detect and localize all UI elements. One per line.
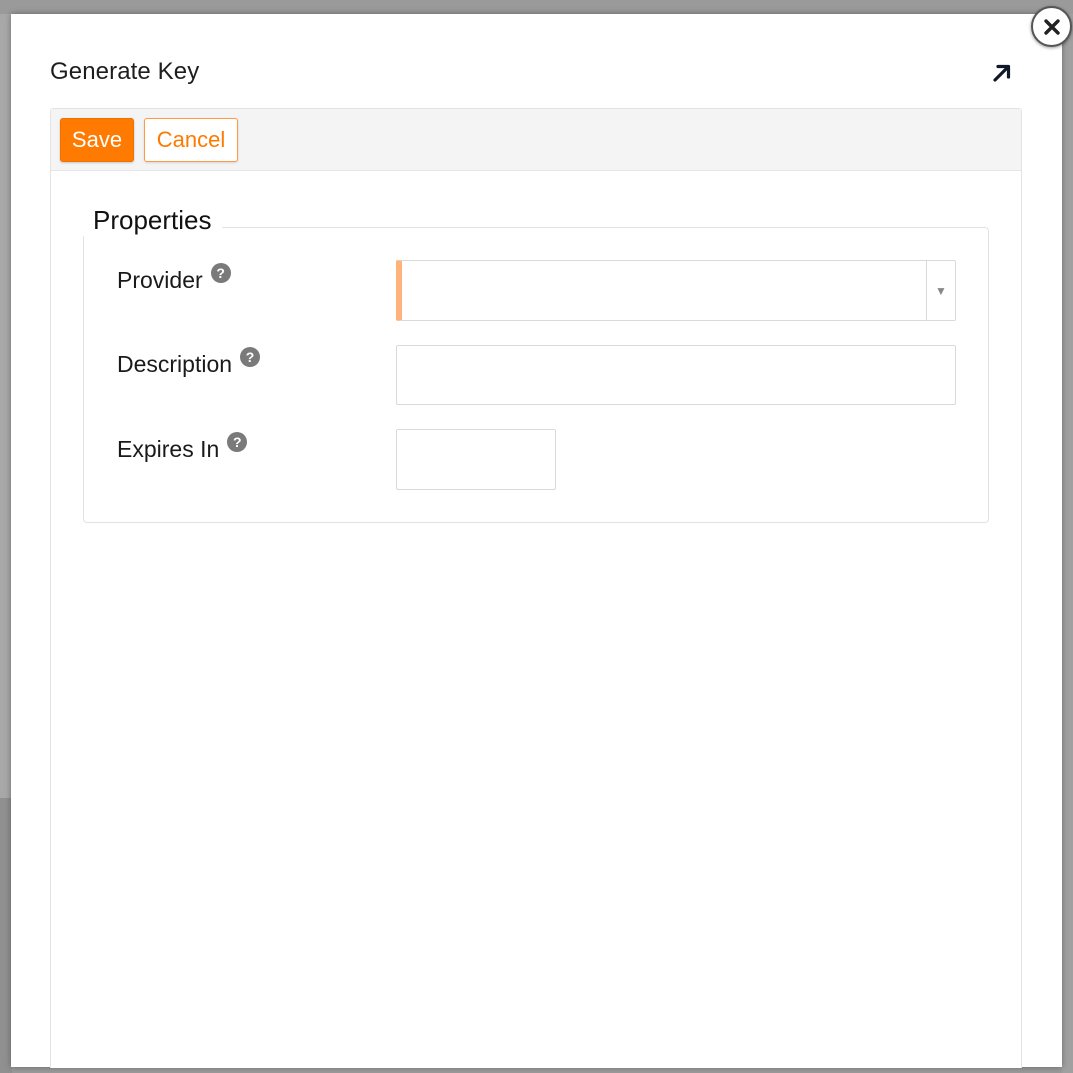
provider-select[interactable]: ▼ [396,260,956,321]
caret-down-icon[interactable]: ▼ [926,261,955,320]
cancel-button[interactable]: Cancel [144,118,238,162]
dialog-toolbar: Save Cancel [51,109,1021,171]
expires-in-input[interactable] [396,429,556,490]
question-mark-icon[interactable]: ? [210,262,231,283]
save-button[interactable]: Save [60,118,134,162]
dialog-title: Generate Key [50,58,200,85]
question-mark-icon[interactable]: ? [240,346,261,367]
maximize-arrow-icon[interactable] [989,60,1015,86]
dialog-content-panel: Save Cancel Properties Provider ? ▼ Desc… [50,108,1022,1068]
question-mark-icon[interactable]: ? [227,431,248,452]
properties-legend: Properties [83,205,222,236]
description-label-row: Description ? [117,346,261,378]
generate-key-dialog: Generate Key Save Cancel Properties Prov… [11,14,1062,1068]
expires-in-label-row: Expires In ? [117,431,248,463]
provider-label-row: Provider ? [117,262,231,294]
backdrop-page-edge-right [1062,14,1073,1073]
close-icon[interactable] [1031,6,1072,47]
provider-label: Provider [117,267,203,293]
description-input[interactable] [396,345,956,405]
expires-in-label: Expires In [117,436,220,462]
description-label: Description [117,351,233,377]
